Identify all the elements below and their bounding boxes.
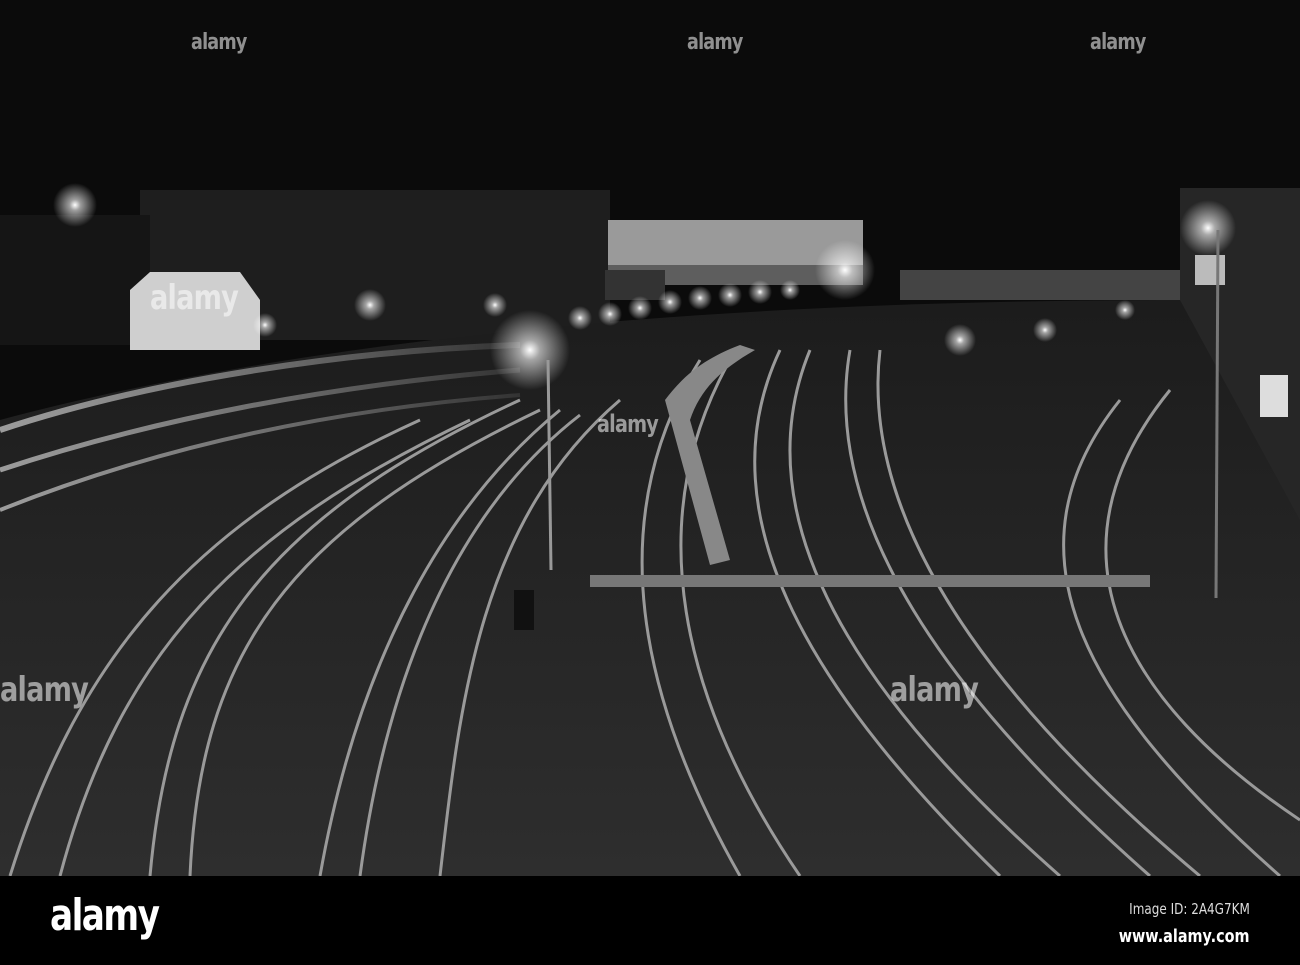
photo-frame: alamy alamy alamy alamy alamy alamy alam… [0,0,1300,965]
watermark: alamy [890,670,979,710]
footer-bar: alamy Image ID: 2A4G7KM www.alamy.com [0,876,1300,965]
alamy-logo: alamy [50,890,160,941]
watermark: alamy [687,30,743,55]
watermark: alamy [597,410,659,438]
railway-night-photo [0,0,1300,876]
watermark: alamy [191,30,247,55]
site-url: www.alamy.com [1119,926,1250,947]
watermark: alamy [0,670,89,710]
watermark: alamy [150,278,239,318]
watermark: alamy [1090,30,1146,55]
worker-figure [514,590,534,630]
crossing-walkway [590,575,1150,587]
image-id: Image ID: 2A4G7KM [1129,900,1250,918]
